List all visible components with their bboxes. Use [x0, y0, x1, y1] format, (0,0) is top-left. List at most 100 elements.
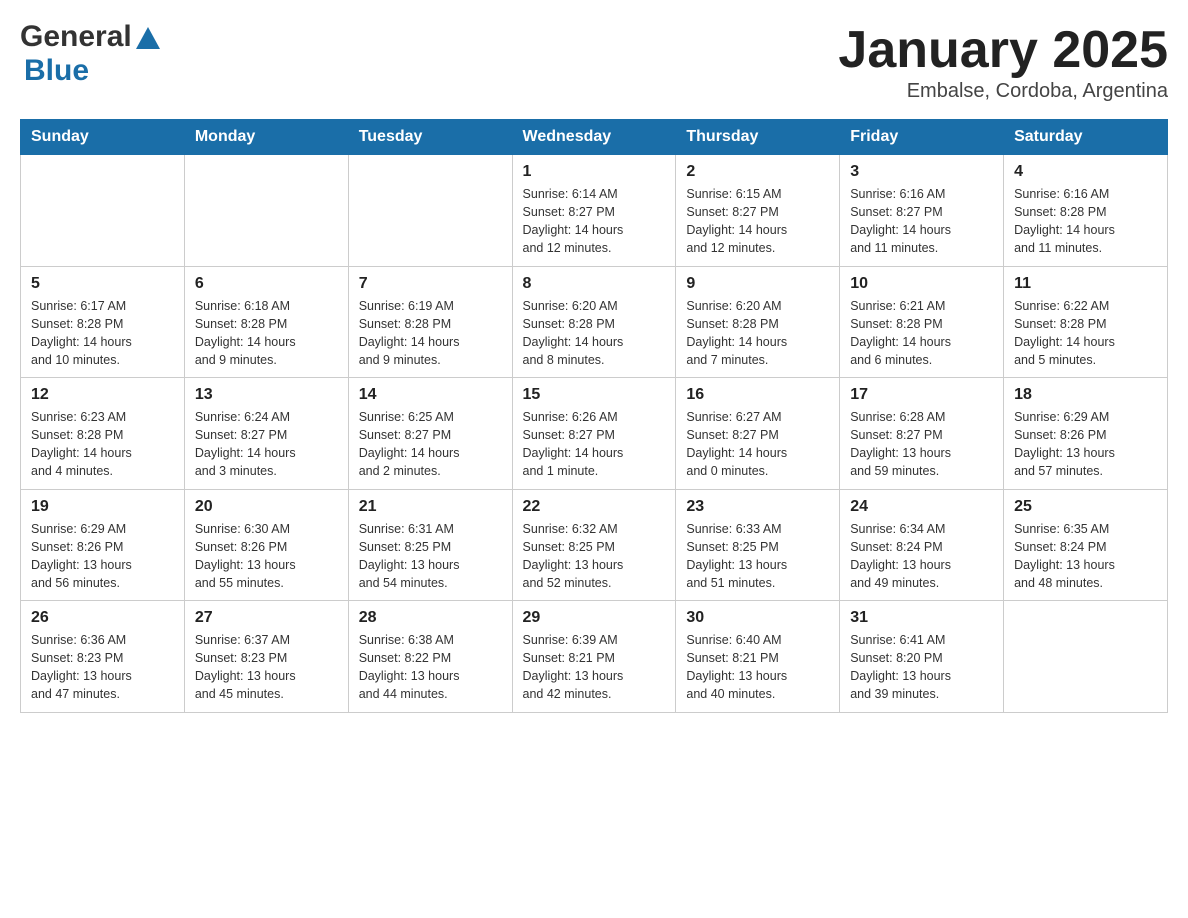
table-row: 17Sunrise: 6:28 AMSunset: 8:27 PMDayligh… [840, 378, 1004, 490]
table-row: 31 Sunrise: 6:41 AMSunset: 8:20 PMDayligh… [840, 601, 1004, 713]
table-row [348, 155, 512, 267]
day-info: Sunrise: 6:32 AMSunset: 8:25 PMDaylight:… [523, 520, 666, 593]
title-section: January 2025 Embalse, Cordoba, Argentina [838, 20, 1168, 103]
table-row [184, 155, 348, 267]
table-row: 20 Sunrise: 6:30 AMSunset: 8:26 PMDayligh… [184, 489, 348, 601]
day-number: 26 [31, 609, 174, 627]
day-number: 31 [850, 609, 993, 627]
table-row: 18 Sunrise: 6:29 AMSunset: 8:26 PMDayligh… [1004, 378, 1168, 490]
table-row: 27 Sunrise: 6:37 AMSunset: 8:23 PMDayligh… [184, 601, 348, 713]
table-row: 15 Sunrise: 6:26 AMSunset: 8:27 PMDayligh… [512, 378, 676, 490]
day-number: 13 [195, 386, 338, 404]
day-number: 10 [850, 275, 993, 293]
table-row: 9Sunrise: 6:20 AMSunset: 8:28 PMDaylight… [676, 266, 840, 378]
day-info: Sunrise: 6:18 AMSunset: 8:28 PMDaylight:… [195, 297, 338, 370]
calendar-week-row: 5Sunrise: 6:17 AMSunset: 8:28 PMDaylight… [21, 266, 1168, 378]
day-info: Sunrise: 6:41 AMSunset: 8:20 PMDaylight:… [850, 631, 993, 704]
day-number: 3 [850, 163, 993, 181]
table-row: 6 Sunrise: 6:18 AMSunset: 8:28 PMDaylight… [184, 266, 348, 378]
day-info: Sunrise: 6:29 AMSunset: 8:26 PMDaylight:… [31, 520, 174, 593]
logo-triangle-icon [134, 25, 162, 53]
day-number: 16 [686, 386, 829, 404]
day-number: 2 [686, 163, 829, 181]
day-number: 9 [686, 275, 829, 293]
calendar-table: Sunday Monday Tuesday Wednesday Thursday… [20, 119, 1168, 713]
table-row: 19Sunrise: 6:29 AMSunset: 8:26 PMDayligh… [21, 489, 185, 601]
table-row: 12Sunrise: 6:23 AMSunset: 8:28 PMDayligh… [21, 378, 185, 490]
month-title: January 2025 [838, 20, 1168, 80]
day-info: Sunrise: 6:37 AMSunset: 8:23 PMDaylight:… [195, 631, 338, 704]
col-tuesday: Tuesday [348, 120, 512, 155]
table-row: 21 Sunrise: 6:31 AMSunset: 8:25 PMDayligh… [348, 489, 512, 601]
day-number: 6 [195, 275, 338, 293]
calendar-header-row: Sunday Monday Tuesday Wednesday Thursday… [21, 120, 1168, 155]
day-info: Sunrise: 6:20 AMSunset: 8:28 PMDaylight:… [523, 297, 666, 370]
location: Embalse, Cordoba, Argentina [838, 80, 1168, 103]
day-number: 4 [1014, 163, 1157, 181]
day-info: Sunrise: 6:19 AMSunset: 8:28 PMDaylight:… [359, 297, 502, 370]
table-row: 10 Sunrise: 6:21 AMSunset: 8:28 PMDayligh… [840, 266, 1004, 378]
day-info: Sunrise: 6:14 AMSunset: 8:27 PMDaylight:… [523, 185, 666, 258]
table-row: 23Sunrise: 6:33 AMSunset: 8:25 PMDayligh… [676, 489, 840, 601]
day-number: 21 [359, 498, 502, 516]
day-number: 11 [1014, 275, 1157, 293]
day-info: Sunrise: 6:25 AMSunset: 8:27 PMDaylight:… [359, 408, 502, 481]
table-row [1004, 601, 1168, 713]
page-header: General Blue January 2025 Embalse, Cordo… [20, 20, 1168, 103]
day-info: Sunrise: 6:26 AMSunset: 8:27 PMDaylight:… [523, 408, 666, 481]
day-info: Sunrise: 6:15 AMSunset: 8:27 PMDaylight:… [686, 185, 829, 258]
table-row: 5Sunrise: 6:17 AMSunset: 8:28 PMDaylight… [21, 266, 185, 378]
table-row: 7 Sunrise: 6:19 AMSunset: 8:28 PMDaylight… [348, 266, 512, 378]
day-info: Sunrise: 6:30 AMSunset: 8:26 PMDaylight:… [195, 520, 338, 593]
day-number: 1 [523, 163, 666, 181]
day-number: 28 [359, 609, 502, 627]
day-number: 22 [523, 498, 666, 516]
day-info: Sunrise: 6:21 AMSunset: 8:28 PMDaylight:… [850, 297, 993, 370]
calendar-week-row: 12Sunrise: 6:23 AMSunset: 8:28 PMDayligh… [21, 378, 1168, 490]
day-info: Sunrise: 6:36 AMSunset: 8:23 PMDaylight:… [31, 631, 174, 704]
col-monday: Monday [184, 120, 348, 155]
day-number: 23 [686, 498, 829, 516]
day-number: 20 [195, 498, 338, 516]
logo-general-text: General [20, 20, 132, 54]
day-number: 17 [850, 386, 993, 404]
day-info: Sunrise: 6:23 AMSunset: 8:28 PMDaylight:… [31, 408, 174, 481]
logo: General Blue [20, 20, 162, 88]
day-number: 30 [686, 609, 829, 627]
day-info: Sunrise: 6:35 AMSunset: 8:24 PMDaylight:… [1014, 520, 1157, 593]
day-info: Sunrise: 6:40 AMSunset: 8:21 PMDaylight:… [686, 631, 829, 704]
table-row: 1 Sunrise: 6:14 AMSunset: 8:27 PMDaylight… [512, 155, 676, 267]
day-number: 7 [359, 275, 502, 293]
day-info: Sunrise: 6:16 AMSunset: 8:28 PMDaylight:… [1014, 185, 1157, 258]
table-row: 25 Sunrise: 6:35 AMSunset: 8:24 PMDayligh… [1004, 489, 1168, 601]
day-info: Sunrise: 6:34 AMSunset: 8:24 PMDaylight:… [850, 520, 993, 593]
day-number: 27 [195, 609, 338, 627]
calendar-week-row: 19Sunrise: 6:29 AMSunset: 8:26 PMDayligh… [21, 489, 1168, 601]
table-row: 11 Sunrise: 6:22 AMSunset: 8:28 PMDayligh… [1004, 266, 1168, 378]
day-info: Sunrise: 6:31 AMSunset: 8:25 PMDaylight:… [359, 520, 502, 593]
table-row: 24 Sunrise: 6:34 AMSunset: 8:24 PMDayligh… [840, 489, 1004, 601]
table-row: 30 Sunrise: 6:40 AMSunset: 8:21 PMDayligh… [676, 601, 840, 713]
table-row: 16 Sunrise: 6:27 AMSunset: 8:27 PMDayligh… [676, 378, 840, 490]
day-number: 24 [850, 498, 993, 516]
day-number: 14 [359, 386, 502, 404]
table-row: 13 Sunrise: 6:24 AMSunset: 8:27 PMDayligh… [184, 378, 348, 490]
day-info: Sunrise: 6:16 AMSunset: 8:27 PMDaylight:… [850, 185, 993, 258]
table-row: 28 Sunrise: 6:38 AMSunset: 8:22 PMDayligh… [348, 601, 512, 713]
day-info: Sunrise: 6:38 AMSunset: 8:22 PMDaylight:… [359, 631, 502, 704]
day-number: 18 [1014, 386, 1157, 404]
day-info: Sunrise: 6:17 AMSunset: 8:28 PMDaylight:… [31, 297, 174, 370]
calendar-week-row: 26 Sunrise: 6:36 AMSunset: 8:23 PMDayligh… [21, 601, 1168, 713]
day-info: Sunrise: 6:27 AMSunset: 8:27 PMDaylight:… [686, 408, 829, 481]
table-row: 8 Sunrise: 6:20 AMSunset: 8:28 PMDaylight… [512, 266, 676, 378]
day-info: Sunrise: 6:29 AMSunset: 8:26 PMDaylight:… [1014, 408, 1157, 481]
col-sunday: Sunday [21, 120, 185, 155]
day-number: 15 [523, 386, 666, 404]
day-number: 25 [1014, 498, 1157, 516]
table-row: 3 Sunrise: 6:16 AMSunset: 8:27 PMDaylight… [840, 155, 1004, 267]
table-row: 2 Sunrise: 6:15 AMSunset: 8:27 PMDaylight… [676, 155, 840, 267]
day-info: Sunrise: 6:24 AMSunset: 8:27 PMDaylight:… [195, 408, 338, 481]
table-row [21, 155, 185, 267]
day-info: Sunrise: 6:22 AMSunset: 8:28 PMDaylight:… [1014, 297, 1157, 370]
day-number: 8 [523, 275, 666, 293]
